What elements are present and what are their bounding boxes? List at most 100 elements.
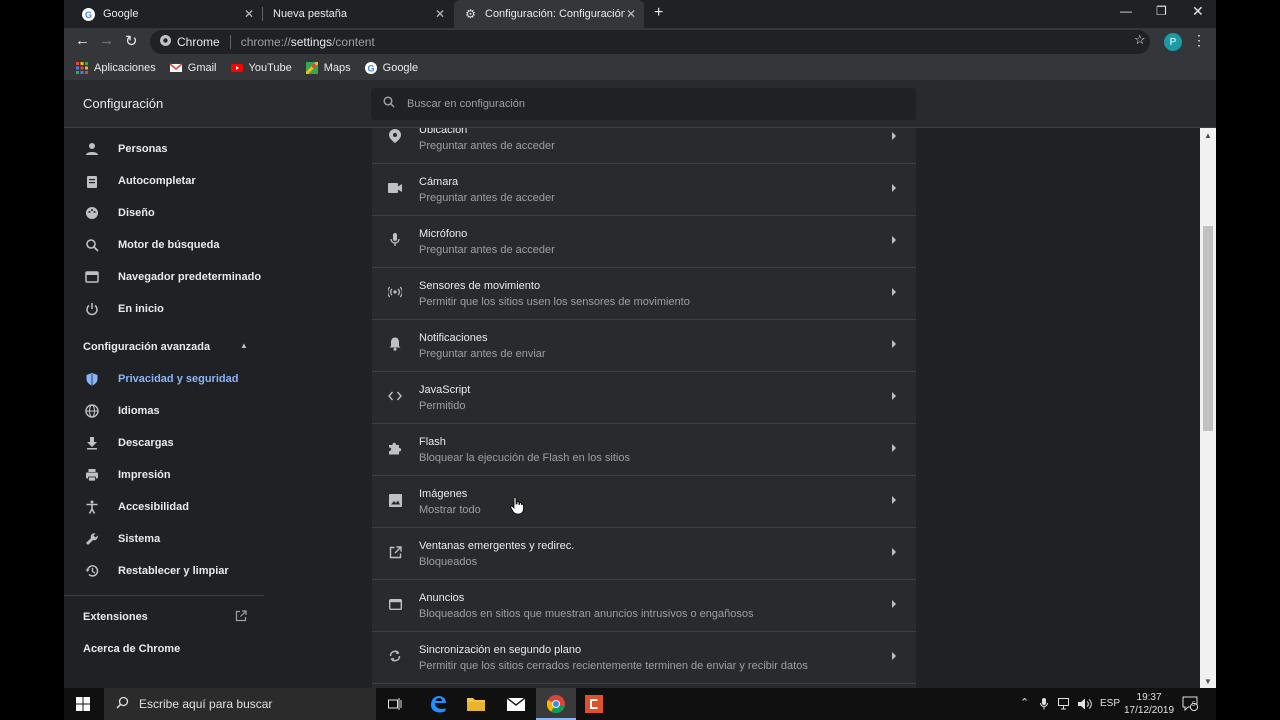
- screen: G Google ✕ Nueva pestaña ✕ ⚙ Configuraci…: [64, 0, 1216, 720]
- row-title: Cámara: [419, 176, 459, 188]
- volume-icon[interactable]: [1078, 698, 1092, 713]
- minimize-button[interactable]: —: [1120, 4, 1132, 18]
- reload-button[interactable]: ↻: [125, 32, 138, 50]
- list-item-ventanas-emergentes[interactable]: Ventanas emergentes y redirec. Bloqueado…: [372, 528, 916, 580]
- list-item-sensores[interactable]: Sensores de movimiento Permitir que los …: [372, 268, 916, 320]
- notification-count: 5: [1192, 702, 1196, 708]
- scroll-up-arrow-icon[interactable]: ▲: [1204, 131, 1212, 140]
- close-icon[interactable]: ✕: [626, 7, 636, 21]
- bookmark-star-icon[interactable]: ☆: [1134, 32, 1146, 48]
- taskbar-search[interactable]: Escribe aquí para buscar: [104, 688, 376, 720]
- app-icon-red[interactable]: [582, 692, 606, 716]
- row-subtitle: Preguntar antes de acceder: [419, 140, 555, 152]
- list-item-ubicacion[interactable]: Ubicación Preguntar antes de acceder: [372, 128, 916, 164]
- open-in-new-icon: [235, 610, 247, 625]
- settings-search[interactable]: [371, 88, 916, 120]
- bookmark-label: Google: [382, 62, 419, 74]
- file-explorer-icon[interactable]: [464, 692, 488, 716]
- globe-icon: [84, 403, 100, 419]
- omnibox-separator: [229, 35, 231, 49]
- scroll-down-arrow-icon[interactable]: ▼: [1204, 677, 1212, 686]
- sidebar-item-impresion[interactable]: Impresión: [84, 465, 171, 485]
- menu-kebab-icon[interactable]: ⋮: [1192, 32, 1206, 49]
- close-icon[interactable]: ✕: [244, 7, 254, 21]
- sidebar-item-label: Diseño: [118, 207, 155, 219]
- tab-new-tab[interactable]: Nueva pestaña ✕: [263, 0, 453, 28]
- list-item-anuncios[interactable]: Anuncios Bloqueados en sitios que muestr…: [372, 580, 916, 632]
- row-title: Sensores de movimiento: [419, 280, 541, 292]
- tab-google[interactable]: G Google ✕: [72, 0, 262, 28]
- scrollbar-thumb[interactable]: [1203, 226, 1213, 431]
- sidebar-item-sistema[interactable]: Sistema: [84, 529, 160, 549]
- sidebar-item-personas[interactable]: Personas: [84, 139, 168, 159]
- list-item-imagenes[interactable]: Imágenes Mostrar todo: [372, 476, 916, 528]
- sidebar-item-navegador-predeterminado[interactable]: Navegador predeterminado: [84, 267, 261, 287]
- search-input[interactable]: [407, 98, 887, 110]
- gear-icon: ⚙: [465, 7, 476, 21]
- search-icon: [116, 696, 129, 712]
- list-item-microfono[interactable]: Micrófono Preguntar antes de acceder: [372, 216, 916, 268]
- sidebar-item-extensiones[interactable]: Extensiones: [83, 610, 251, 625]
- chevron-right-icon: [892, 496, 896, 504]
- row-title: Ubicación: [419, 128, 468, 136]
- list-item-camara[interactable]: Cámara Preguntar antes de acceder: [372, 164, 916, 216]
- tab-settings[interactable]: ⚙ Configuración: Configuración del ✕: [454, 0, 644, 28]
- mail-icon[interactable]: [504, 692, 528, 716]
- task-view-icon[interactable]: [384, 692, 408, 716]
- list-item-flash[interactable]: Flash Bloquear la ejecución de Flash en …: [372, 424, 916, 476]
- sidebar-item-restablecer[interactable]: Restablecer y limpiar: [84, 561, 229, 581]
- windows-start-icon[interactable]: [76, 697, 90, 716]
- taskbar-clock[interactable]: 19:37 17/12/2019: [1124, 691, 1174, 717]
- tab-title: Configuración: Configuración del: [485, 8, 625, 20]
- row-subtitle: Preguntar antes de acceder: [419, 244, 555, 256]
- omnibox[interactable]: Chrome chrome://settings/content: [150, 30, 1150, 54]
- omnibox-url: chrome://settings/content: [240, 35, 375, 49]
- chevron-up-icon: ▲: [240, 341, 248, 350]
- back-button[interactable]: ←: [75, 32, 90, 49]
- sidebar-item-label: Navegador predeterminado: [118, 271, 262, 283]
- sidebar-item-descargas[interactable]: Descargas: [84, 433, 174, 453]
- mic-icon[interactable]: [1040, 698, 1048, 713]
- sidebar-item-privacidad[interactable]: Privacidad y seguridad: [84, 369, 238, 389]
- sidebar-item-autocompletar[interactable]: Autocompletar: [84, 171, 196, 191]
- palette-icon: [84, 205, 100, 221]
- tab-title: Google: [103, 8, 139, 20]
- restore-button[interactable]: ❐: [1156, 4, 1167, 18]
- language-indicator[interactable]: ESP: [1100, 698, 1120, 709]
- network-icon[interactable]: [1058, 698, 1072, 713]
- sidebar-item-accesibilidad[interactable]: Accesibilidad: [84, 497, 189, 517]
- bookmark-apps[interactable]: Aplicaciones: [76, 62, 156, 74]
- row-title: Anuncios: [419, 592, 465, 604]
- settings-header: Configuración: [64, 80, 1216, 128]
- chevron-right-icon: [892, 288, 896, 296]
- bookmark-gmail[interactable]: Gmail: [169, 62, 217, 74]
- list-item-javascript[interactable]: JavaScript Permitido: [372, 372, 916, 424]
- bookmark-google[interactable]: G Google: [364, 62, 419, 74]
- sidebar-item-label: Motor de búsqueda: [118, 239, 220, 251]
- sidebar-item-idiomas[interactable]: Idiomas: [84, 401, 160, 421]
- row-title: JavaScript: [419, 384, 471, 396]
- edge-icon[interactable]: [426, 692, 450, 716]
- sidebar-item-acerca-de[interactable]: Acerca de Chrome: [83, 643, 180, 655]
- advanced-section-toggle[interactable]: Configuración avanzada ▲: [83, 341, 248, 353]
- sidebar-item-motor-busqueda[interactable]: Motor de búsqueda: [84, 235, 219, 255]
- avatar[interactable]: P: [1164, 33, 1182, 51]
- forward-button[interactable]: →: [99, 32, 114, 49]
- sidebar-item-label: Privacidad y seguridad: [118, 373, 239, 385]
- sidebar-item-label: En inicio: [118, 303, 164, 315]
- search-icon: [383, 95, 395, 113]
- row-subtitle: Bloqueados: [419, 556, 478, 568]
- youtube-icon: [230, 62, 243, 74]
- close-icon[interactable]: ✕: [435, 7, 445, 21]
- sidebar-item-diseno[interactable]: Diseño: [84, 203, 155, 223]
- chevron-up-icon[interactable]: ⌃: [1020, 696, 1029, 709]
- list-item-sincronizacion[interactable]: Sincronización en segundo plano Permitir…: [372, 632, 916, 684]
- bookmark-youtube[interactable]: YouTube: [230, 62, 292, 74]
- window-close-button[interactable]: ✕: [1192, 3, 1204, 20]
- bookmark-maps[interactable]: Maps: [304, 60, 351, 76]
- notification-center-icon[interactable]: 5: [1182, 695, 1199, 714]
- list-item-notificaciones[interactable]: Notificaciones Preguntar antes de enviar: [372, 320, 916, 372]
- sidebar-item-en-inicio[interactable]: En inicio: [84, 299, 164, 319]
- chrome-icon[interactable]: [544, 692, 568, 716]
- new-tab-button[interactable]: +: [654, 4, 663, 22]
